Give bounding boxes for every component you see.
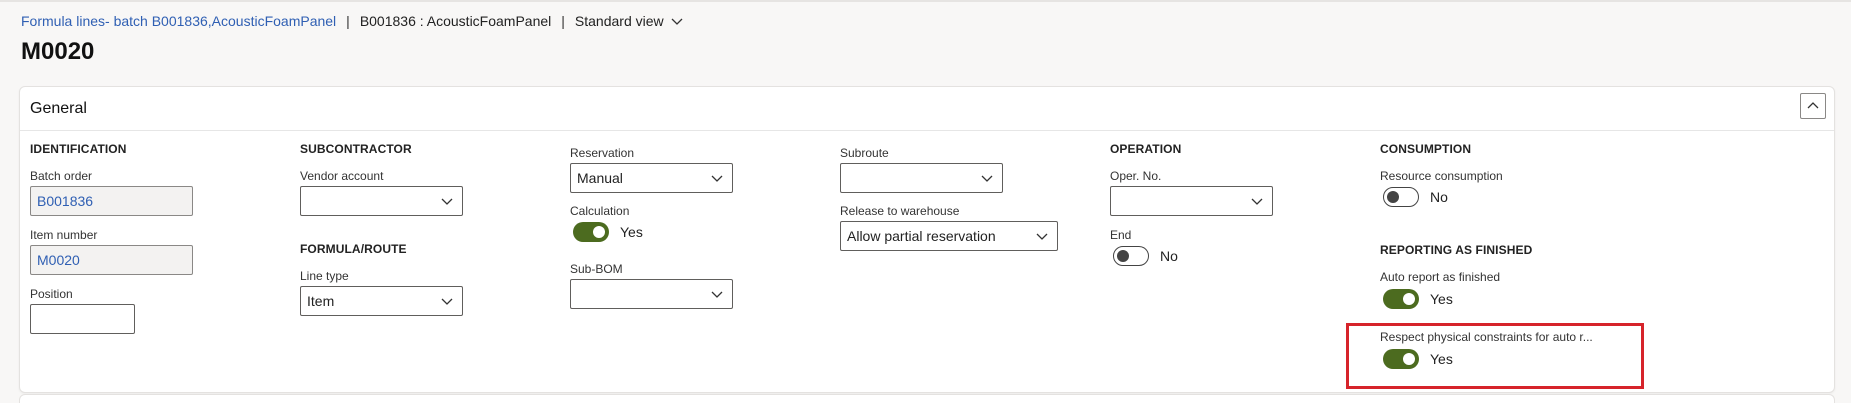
- breadcrumb-separator: |: [346, 13, 350, 29]
- release-to-warehouse-select[interactable]: Allow partial reservation: [840, 221, 1058, 251]
- sub-bom-label: Sub-BOM: [570, 262, 623, 276]
- breadcrumb-separator-2: |: [561, 13, 565, 29]
- collapse-button[interactable]: [1800, 93, 1826, 119]
- breadcrumb-record: B001836 : AcousticFoamPanel: [359, 13, 552, 29]
- reservation-label: Reservation: [570, 146, 635, 160]
- line-type-select[interactable]: Item: [300, 286, 463, 316]
- end-label: End: [1110, 228, 1132, 242]
- consumption-group-title: CONSUMPTION: [1380, 142, 1472, 156]
- chevron-down-icon: [671, 18, 683, 25]
- resource-consumption-toggle[interactable]: [1383, 187, 1419, 207]
- line-type-value: Item: [307, 293, 335, 309]
- view-selector[interactable]: Standard view: [575, 13, 684, 29]
- chevron-down-icon: [711, 291, 723, 298]
- reservation-select[interactable]: Manual: [570, 163, 733, 193]
- calculation-state: Yes: [620, 224, 643, 240]
- calculation-toggle[interactable]: [573, 222, 609, 242]
- vendor-account-label: Vendor account: [300, 169, 384, 183]
- toggle-knob: [1387, 191, 1399, 203]
- view-selector-label: Standard view: [574, 13, 664, 29]
- end-toggle[interactable]: [1113, 246, 1149, 266]
- release-to-warehouse-label: Release to warehouse: [840, 204, 960, 218]
- subcontractor-group-title: SUBCONTRACTOR: [300, 142, 412, 156]
- top-bar: [0, 0, 1851, 2]
- release-to-warehouse-value: Allow partial reservation: [847, 228, 996, 244]
- identification-group-title: IDENTIFICATION: [30, 142, 127, 156]
- end-state: No: [1160, 248, 1178, 264]
- auto-report-state: Yes: [1430, 291, 1453, 307]
- sub-bom-select[interactable]: [570, 279, 733, 309]
- auto-report-label: Auto report as finished: [1380, 270, 1501, 284]
- chevron-down-icon: [711, 175, 723, 182]
- toggle-knob: [1117, 250, 1129, 262]
- breadcrumb-link[interactable]: Formula lines- batch B001836,AcousticFoa…: [21, 13, 336, 29]
- chevron-down-icon: [981, 175, 993, 182]
- auto-report-toggle[interactable]: [1383, 289, 1419, 309]
- vendor-account-select[interactable]: [300, 186, 463, 216]
- chevron-down-icon: [1036, 233, 1048, 240]
- item-number-label: Item number: [30, 228, 98, 242]
- highlight-box: [1346, 323, 1644, 389]
- subroute-label: Subroute: [840, 146, 889, 160]
- chevron-down-icon: [441, 198, 453, 205]
- chevron-down-icon: [1251, 198, 1263, 205]
- toggle-knob: [593, 226, 605, 238]
- position-label: Position: [30, 287, 73, 301]
- breadcrumb: Formula lines- batch B001836,AcousticFoa…: [21, 13, 684, 29]
- resource-consumption-label: Resource consumption: [1380, 169, 1503, 183]
- oper-no-label: Oper. No.: [1110, 169, 1162, 183]
- chevron-up-icon: [1807, 102, 1819, 109]
- calculation-label: Calculation: [570, 204, 630, 218]
- formula-route-group-title: FORMULA/ROUTE: [300, 242, 407, 256]
- oper-no-select[interactable]: [1110, 186, 1273, 216]
- item-number-field[interactable]: M0020: [30, 245, 193, 275]
- fasttab-title: General: [30, 100, 87, 117]
- line-type-label: Line type: [300, 269, 349, 283]
- position-input[interactable]: [30, 304, 135, 334]
- page-title: M0020: [21, 38, 95, 65]
- chevron-down-icon: [441, 298, 453, 305]
- reservation-value: Manual: [577, 170, 623, 186]
- operation-group-title: OPERATION: [1110, 142, 1182, 156]
- item-number-value[interactable]: M0020: [37, 252, 80, 268]
- batch-order-label: Batch order: [30, 169, 93, 183]
- resource-consumption-state: No: [1430, 189, 1448, 205]
- batch-order-value[interactable]: B001836: [37, 193, 93, 209]
- toggle-knob: [1403, 293, 1415, 305]
- subroute-select[interactable]: [840, 163, 1003, 193]
- batch-order-field[interactable]: B001836: [30, 186, 193, 216]
- reporting-group-title: REPORTING AS FINISHED: [1380, 243, 1533, 257]
- general-fasttab-header[interactable]: General: [20, 87, 1834, 131]
